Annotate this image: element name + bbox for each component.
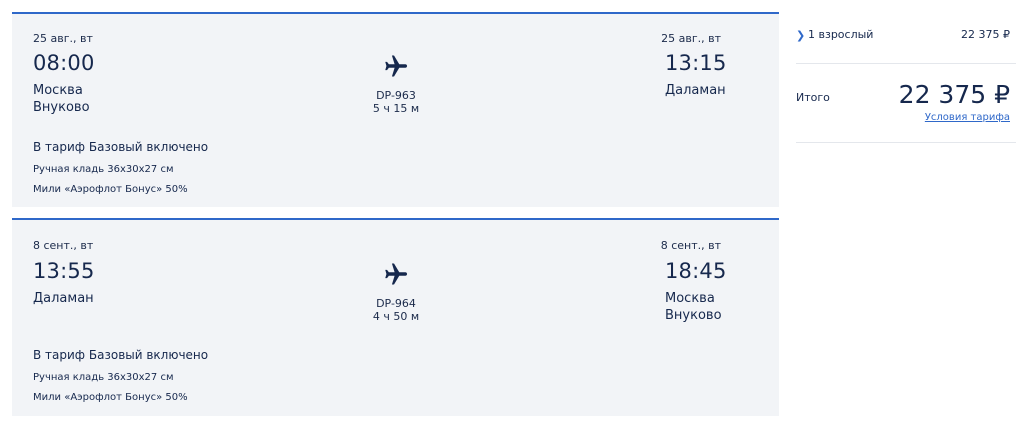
tariff-title: В тариф Базовый включено [33, 140, 209, 154]
airplane-icon [385, 263, 408, 285]
flight-duration: 5 ч 15 м [372, 102, 420, 115]
arrival-city: Даламан [665, 83, 726, 98]
departure-city: Даламан [33, 291, 94, 306]
departure-time: 13:55 [33, 259, 95, 283]
flight-number: DP-963 [376, 89, 416, 102]
tariff-feature: Ручная кладь 36x30x27 см [33, 164, 174, 175]
arrival-date: 25 авг., вт [661, 32, 721, 45]
departure-date: 8 сент., вт [33, 239, 94, 252]
departure-time: 08:00 [33, 51, 95, 75]
price-summary: ❯ 1 взрослый 22 375 ₽ Итого 22 375 ₽ Усл… [796, 0, 1016, 150]
flight-segment-outbound: 25 авг., вт 08:00 Москва Внуково DP-963 … [12, 12, 779, 207]
tariff-feature: Мили «Аэрофлот Бонус» 50% [33, 392, 188, 403]
arrival-date: 8 сент., вт [660, 239, 721, 252]
tariff-title: В тариф Базовый включено [33, 348, 209, 362]
passengers-price: 22 375 ₽ [961, 28, 1010, 41]
airplane-icon [385, 55, 408, 77]
arrival-time: 13:15 [665, 51, 727, 75]
total-price: 22 375 ₽ [898, 80, 1010, 109]
arrival-city: Москва [665, 291, 715, 306]
passengers-label: 1 взрослый [808, 28, 874, 41]
total-label: Итого [796, 91, 830, 104]
flight-duration: 4 ч 50 м [372, 310, 420, 323]
arrival-time: 18:45 [665, 259, 727, 283]
departure-airport: Внуково [33, 100, 90, 115]
flight-number: DP-964 [376, 297, 416, 310]
tariff-feature: Ручная кладь 36x30x27 см [33, 372, 174, 383]
passengers-row[interactable]: ❯ 1 взрослый 22 375 ₽ [796, 28, 1016, 44]
arrival-airport: Внуково [665, 308, 722, 323]
departure-date: 25 авг., вт [33, 32, 93, 45]
departure-city: Москва [33, 83, 83, 98]
divider [796, 142, 1016, 143]
fare-terms-link[interactable]: Условия тарифа [925, 112, 1010, 123]
divider [796, 63, 1016, 64]
chevron-right-icon[interactable]: ❯ [796, 29, 805, 42]
tariff-feature: Мили «Аэрофлот Бонус» 50% [33, 184, 188, 195]
flight-segment-return: 8 сент., вт 13:55 Даламан DP-964 4 ч 50 … [12, 218, 779, 416]
